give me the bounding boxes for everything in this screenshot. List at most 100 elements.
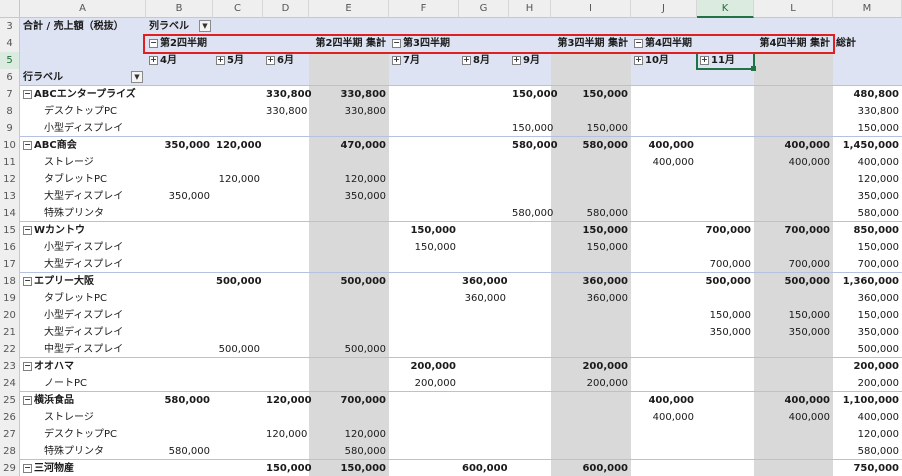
value-cell[interactable]: 150,000 bbox=[551, 120, 631, 137]
value-cell[interactable] bbox=[631, 307, 697, 324]
value-cell[interactable] bbox=[631, 358, 697, 375]
collapse-toggle-icon[interactable]: − bbox=[634, 38, 643, 48]
column-header-i[interactable]: I bbox=[551, 0, 631, 18]
value-cell[interactable] bbox=[509, 358, 551, 375]
value-cell[interactable] bbox=[263, 256, 309, 273]
expand-toggle-icon[interactable]: + bbox=[634, 55, 643, 65]
value-cell[interactable]: 150,000 bbox=[509, 86, 558, 103]
value-cell[interactable] bbox=[389, 307, 459, 324]
value-cell[interactable] bbox=[459, 307, 509, 324]
value-cell[interactable] bbox=[263, 239, 309, 256]
value-cell[interactable] bbox=[213, 426, 263, 443]
value-cell[interactable] bbox=[309, 375, 389, 392]
value-cell[interactable]: 150,000 bbox=[509, 120, 553, 137]
value-cell[interactable]: 1,100,000 bbox=[833, 392, 902, 409]
row-header-5[interactable]: 5 bbox=[0, 52, 20, 69]
month-header-0-0[interactable]: +4月 bbox=[146, 52, 213, 69]
value-cell[interactable]: 360,000 bbox=[459, 273, 509, 290]
value-cell[interactable] bbox=[697, 188, 754, 205]
column-header-e[interactable]: E bbox=[309, 0, 389, 18]
item-row-label[interactable]: タブレットPC bbox=[20, 171, 146, 188]
value-cell[interactable] bbox=[551, 341, 631, 358]
value-cell[interactable]: 580,000 bbox=[833, 205, 902, 222]
value-cell[interactable] bbox=[389, 154, 459, 171]
value-cell[interactable] bbox=[146, 460, 213, 476]
value-cell[interactable] bbox=[459, 239, 509, 256]
value-cell[interactable]: 120,000 bbox=[833, 171, 902, 188]
value-cell[interactable] bbox=[754, 426, 833, 443]
value-cell[interactable] bbox=[146, 307, 213, 324]
value-cell[interactable]: 350,000 bbox=[754, 324, 833, 341]
value-cell[interactable]: 120,000 bbox=[263, 426, 309, 443]
collapse-toggle-icon[interactable]: − bbox=[149, 38, 158, 48]
value-cell[interactable] bbox=[389, 392, 459, 409]
value-cell[interactable] bbox=[146, 120, 213, 137]
value-cell[interactable] bbox=[551, 443, 631, 460]
value-cell[interactable] bbox=[389, 120, 459, 137]
row-header-19[interactable]: 19 bbox=[0, 290, 20, 307]
row-labels-dropdown[interactable]: ▼ bbox=[131, 71, 143, 83]
item-row-label[interactable]: 小型ディスプレイ bbox=[20, 239, 146, 256]
quarter-header-1[interactable]: − 第3四半期 bbox=[389, 35, 509, 52]
value-cell[interactable] bbox=[146, 86, 213, 103]
value-cell[interactable] bbox=[389, 341, 459, 358]
value-cell[interactable]: 400,000 bbox=[754, 137, 833, 154]
value-cell[interactable] bbox=[263, 273, 309, 290]
column-header-h[interactable]: H bbox=[509, 0, 551, 18]
row-header-18[interactable]: 18 bbox=[0, 273, 20, 290]
value-cell[interactable] bbox=[754, 341, 833, 358]
value-cell[interactable]: 150,000 bbox=[551, 222, 631, 239]
value-cell[interactable] bbox=[263, 188, 309, 205]
value-cell[interactable] bbox=[263, 358, 309, 375]
value-cell[interactable]: 360,000 bbox=[833, 290, 902, 307]
value-cell[interactable] bbox=[146, 358, 213, 375]
row-header-10[interactable]: 10 bbox=[0, 137, 20, 154]
value-cell[interactable] bbox=[509, 443, 551, 460]
value-cell[interactable] bbox=[509, 324, 551, 341]
value-cell[interactable] bbox=[146, 273, 213, 290]
row-header-14[interactable]: 14 bbox=[0, 205, 20, 222]
value-cell[interactable] bbox=[459, 443, 509, 460]
value-cell[interactable] bbox=[509, 256, 551, 273]
value-cell[interactable]: 750,000 bbox=[833, 460, 902, 476]
value-cell[interactable] bbox=[631, 171, 697, 188]
value-cell[interactable] bbox=[263, 290, 309, 307]
value-cell[interactable]: 150,000 bbox=[551, 239, 631, 256]
value-cell[interactable]: 500,000 bbox=[833, 341, 902, 358]
value-cell[interactable] bbox=[459, 205, 509, 222]
month-header-1-1[interactable]: +8月 bbox=[459, 52, 509, 69]
value-cell[interactable] bbox=[631, 324, 697, 341]
collapse-toggle-icon[interactable]: − bbox=[23, 361, 32, 371]
value-cell[interactable]: 700,000 bbox=[309, 392, 389, 409]
value-cell[interactable] bbox=[697, 171, 754, 188]
value-cell[interactable] bbox=[459, 188, 509, 205]
value-cell[interactable] bbox=[509, 341, 551, 358]
value-cell[interactable] bbox=[459, 137, 509, 154]
value-cell[interactable] bbox=[263, 154, 309, 171]
value-cell[interactable] bbox=[509, 239, 551, 256]
value-cell[interactable]: 150,000 bbox=[263, 460, 312, 476]
value-cell[interactable] bbox=[459, 154, 509, 171]
value-cell[interactable] bbox=[263, 443, 309, 460]
item-row-label[interactable]: デスクトップPC bbox=[20, 103, 146, 120]
value-cell[interactable] bbox=[697, 290, 754, 307]
value-cell[interactable] bbox=[697, 137, 754, 154]
expand-toggle-icon[interactable]: + bbox=[216, 55, 225, 65]
value-cell[interactable]: 400,000 bbox=[833, 154, 902, 171]
item-row-label[interactable]: 大型ディスプレイ bbox=[20, 256, 146, 273]
value-cell[interactable] bbox=[697, 409, 754, 426]
value-cell[interactable]: 600,000 bbox=[551, 460, 631, 476]
value-cell[interactable] bbox=[459, 409, 509, 426]
value-cell[interactable]: 700,000 bbox=[833, 256, 902, 273]
value-cell[interactable] bbox=[551, 256, 631, 273]
value-cell[interactable]: 1,450,000 bbox=[833, 137, 902, 154]
value-cell[interactable]: 350,000 bbox=[697, 324, 754, 341]
value-cell[interactable]: 330,800 bbox=[309, 103, 389, 120]
value-cell[interactable] bbox=[551, 307, 631, 324]
column-header-c[interactable]: C bbox=[213, 0, 263, 18]
value-cell[interactable]: 350,000 bbox=[146, 137, 213, 154]
value-cell[interactable] bbox=[754, 290, 833, 307]
value-cell[interactable] bbox=[509, 375, 551, 392]
value-cell[interactable]: 150,000 bbox=[389, 239, 459, 256]
column-header-g[interactable]: G bbox=[459, 0, 509, 18]
